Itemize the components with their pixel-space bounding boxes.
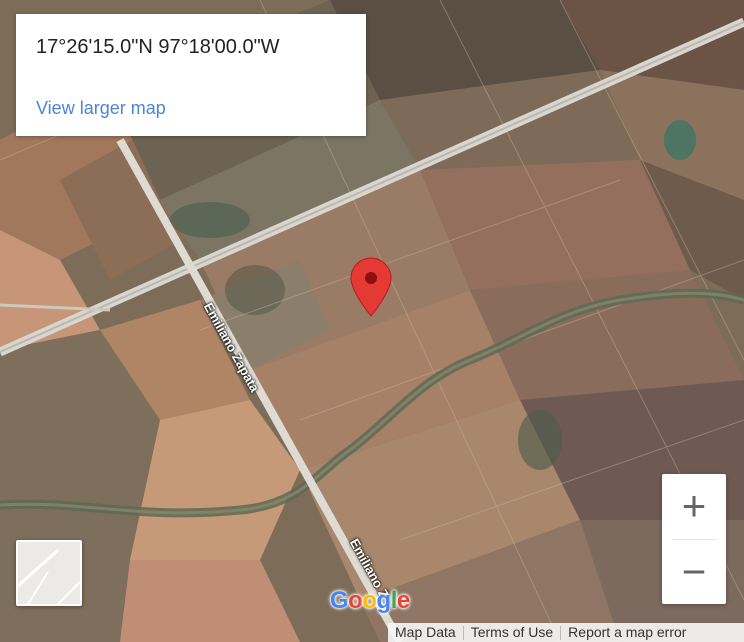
satellite-map[interactable]: 17°26'15.0"N 97°18'00.0"W View larger ma… [0, 0, 744, 642]
map-layer-icon [18, 542, 80, 604]
terms-of-use-link[interactable]: Terms of Use [464, 623, 560, 642]
view-larger-map-link[interactable]: View larger map [36, 98, 166, 119]
logo-letter-o2: o [362, 587, 377, 614]
map-data-link[interactable]: Map Data [388, 623, 463, 642]
map-layer-toggle-button[interactable] [16, 540, 82, 606]
zoom-control: + − [662, 474, 726, 604]
location-pin-icon[interactable] [349, 256, 393, 318]
place-info-card: 17°26'15.0"N 97°18'00.0"W View larger ma… [16, 14, 366, 136]
coordinates-text: 17°26'15.0"N 97°18'00.0"W [36, 36, 280, 58]
map-footer: Map Data Terms of Use Report a map error [388, 623, 744, 642]
report-map-error-link[interactable]: Report a map error [561, 623, 693, 642]
zoom-in-button[interactable]: + [662, 474, 726, 538]
logo-letter-g2: g [376, 587, 392, 614]
zoom-out-button[interactable]: − [662, 540, 726, 604]
google-logo: Google [330, 587, 410, 615]
logo-letter-g: G [330, 587, 349, 614]
logo-letter-e: e [396, 587, 410, 614]
logo-letter-o1: o [348, 587, 363, 614]
